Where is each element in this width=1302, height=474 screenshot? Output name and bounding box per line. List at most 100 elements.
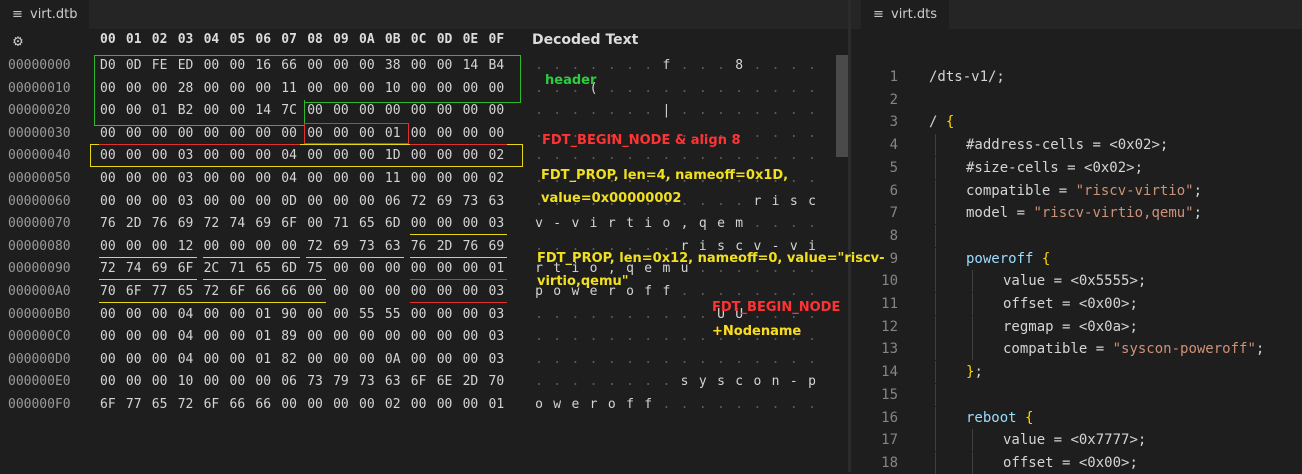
tab-virt-dts[interactable]: ≡ virt.dts <box>861 0 950 29</box>
hex-byte[interactable]: 72 <box>204 284 224 300</box>
decoded-char[interactable]: . <box>532 58 546 74</box>
hex-byte[interactable]: 02 <box>489 171 509 187</box>
hex-byte[interactable]: 00 <box>100 374 120 390</box>
decoded-char[interactable]: . <box>587 148 601 164</box>
hex-byte[interactable]: 00 <box>359 261 379 277</box>
decoded-char[interactable]: . <box>532 374 546 390</box>
decoded-char[interactable]: . <box>605 329 619 345</box>
decoded-char[interactable]: . <box>678 307 692 323</box>
decoded-char[interactable]: . <box>805 397 819 413</box>
decoded-char[interactable]: . <box>732 148 746 164</box>
hex-byte[interactable]: 00 <box>281 126 301 142</box>
decoded-char[interactable]: . <box>805 352 819 368</box>
hex-byte[interactable]: 00 <box>204 374 224 390</box>
hex-byte[interactable]: 00 <box>230 239 250 255</box>
hex-byte[interactable]: 6F <box>126 284 146 300</box>
hex-byte[interactable]: 00 <box>333 307 353 323</box>
decoded-char[interactable]: . <box>568 148 582 164</box>
decoded-char[interactable]: . <box>678 284 692 300</box>
decoded-char[interactable]: . <box>550 352 564 368</box>
hex-byte[interactable]: 01 <box>489 261 509 277</box>
decoded-char[interactable]: . <box>678 148 692 164</box>
decoded-char[interactable]: . <box>587 329 601 345</box>
decoded-char[interactable]: . <box>787 352 801 368</box>
hex-byte[interactable]: 6E <box>437 374 457 390</box>
hex-byte[interactable]: 00 <box>359 329 379 345</box>
hex-byte[interactable]: 02 <box>385 397 405 413</box>
decoded-char[interactable]: . <box>641 307 655 323</box>
hex-byte[interactable]: 6F <box>281 216 301 232</box>
decoded-char[interactable]: s <box>678 374 692 390</box>
decoded-char[interactable]: . <box>532 103 546 119</box>
hex-byte[interactable]: 00 <box>333 171 353 187</box>
decoded-char[interactable]: . <box>714 397 728 413</box>
hex-byte[interactable]: 63 <box>385 374 405 390</box>
hex-byte[interactable]: 00 <box>463 126 483 142</box>
hex-byte[interactable]: 00 <box>437 216 457 232</box>
decoded-char[interactable]: n <box>769 374 783 390</box>
decoded-char[interactable]: . <box>787 126 801 142</box>
tab-virt-dtb[interactable]: ≡ virt.dtb <box>0 0 90 29</box>
decoded-char[interactable]: . <box>605 103 619 119</box>
hex-byte[interactable]: 00 <box>230 126 250 142</box>
hex-byte[interactable]: 00 <box>126 194 146 210</box>
decoded-char[interactable]: e <box>568 397 582 413</box>
decoded-char[interactable]: . <box>769 103 783 119</box>
hex-byte[interactable]: 00 <box>437 103 457 119</box>
hex-byte[interactable]: 63 <box>385 239 405 255</box>
hex-byte[interactable]: 66 <box>255 397 275 413</box>
hex-byte[interactable]: 01 <box>255 307 275 323</box>
hex-byte[interactable]: 77 <box>126 397 146 413</box>
decoded-char[interactable]: . <box>587 307 601 323</box>
decoded-char[interactable]: . <box>641 148 655 164</box>
hex-byte[interactable]: 00 <box>255 239 275 255</box>
hex-byte[interactable]: 00 <box>333 261 353 277</box>
decoded-char[interactable]: . <box>678 58 692 74</box>
hex-byte[interactable]: 12 <box>178 239 198 255</box>
hex-byte[interactable]: 65 <box>255 261 275 277</box>
hex-byte[interactable]: 65 <box>152 397 172 413</box>
hex-byte[interactable]: 6F <box>230 284 250 300</box>
hex-byte[interactable]: 00 <box>100 239 120 255</box>
hex-byte[interactable]: 55 <box>385 307 405 323</box>
hex-byte[interactable]: 2D <box>437 239 457 255</box>
hex-byte[interactable]: 00 <box>152 374 172 390</box>
decoded-char[interactable]: 8 <box>732 58 746 74</box>
decoded-char[interactable]: . <box>623 374 637 390</box>
decoded-char[interactable]: . <box>769 352 783 368</box>
decoded-char[interactable]: r <box>587 397 601 413</box>
decoded-char[interactable]: . <box>696 329 710 345</box>
hex-byte[interactable]: 00 <box>333 397 353 413</box>
hex-byte[interactable]: 69 <box>333 239 353 255</box>
hex-byte[interactable]: 00 <box>437 284 457 300</box>
hex-byte[interactable]: 00 <box>463 329 483 345</box>
decoded-char[interactable]: . <box>714 148 728 164</box>
hex-byte[interactable]: 00 <box>100 329 120 345</box>
gear-icon[interactable]: ⚙ <box>8 31 28 51</box>
decoded-char[interactable]: w <box>550 397 564 413</box>
decoded-char[interactable]: i <box>641 216 655 232</box>
hex-byte[interactable]: 00 <box>230 307 250 323</box>
code-line[interactable]: }; <box>966 361 983 383</box>
hex-byte[interactable]: 00 <box>463 171 483 187</box>
decoded-char[interactable]: . <box>769 126 783 142</box>
hex-byte[interactable]: 71 <box>333 216 353 232</box>
code-line[interactable]: compatible = "riscv-virtio"; <box>966 180 1202 202</box>
decoded-char[interactable]: . <box>550 148 564 164</box>
decoded-char[interactable]: . <box>750 126 764 142</box>
decoded-char[interactable]: o <box>659 216 673 232</box>
decoded-char[interactable]: . <box>623 81 637 97</box>
hex-byte[interactable]: 00 <box>126 239 146 255</box>
decoded-char[interactable]: . <box>714 81 728 97</box>
hex-byte[interactable]: 00 <box>411 397 431 413</box>
hex-byte[interactable]: 76 <box>411 239 431 255</box>
decoded-char[interactable]: . <box>623 329 637 345</box>
decoded-char[interactable]: . <box>568 352 582 368</box>
hex-byte[interactable]: 00 <box>437 397 457 413</box>
hex-byte[interactable]: 00 <box>463 352 483 368</box>
hex-byte[interactable]: 00 <box>281 239 301 255</box>
hex-byte[interactable]: 2D <box>126 216 146 232</box>
decoded-char[interactable]: . <box>641 329 655 345</box>
decoded-char[interactable]: . <box>641 58 655 74</box>
hex-byte[interactable]: 00 <box>230 374 250 390</box>
